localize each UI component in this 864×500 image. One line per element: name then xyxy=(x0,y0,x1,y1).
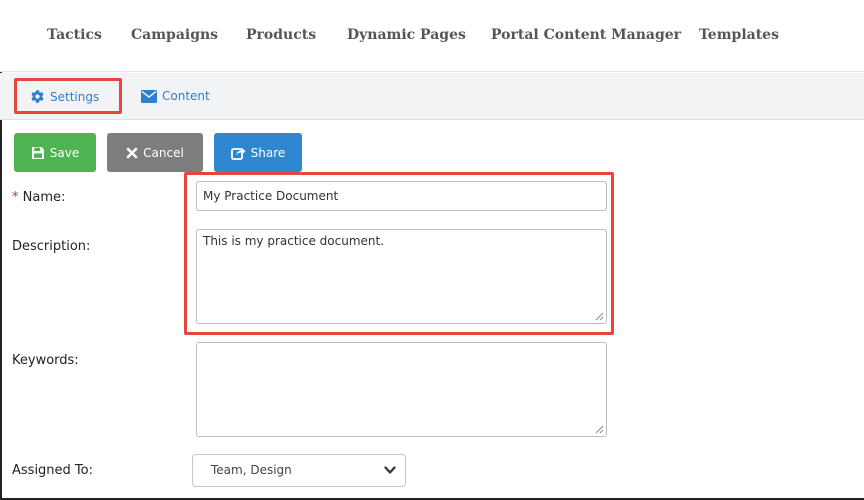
required-marker: * xyxy=(12,190,19,205)
subtab-content[interactable]: Content xyxy=(141,89,210,103)
resize-handle-icon[interactable] xyxy=(595,425,604,434)
tab-portal-content-manager[interactable]: Portal Content Manager xyxy=(491,27,681,43)
cancel-button-label: Cancel xyxy=(143,145,184,160)
tab-templates[interactable]: Templates xyxy=(699,27,779,43)
envelope-icon xyxy=(141,89,157,103)
description-label: Description: xyxy=(12,239,91,254)
x-icon xyxy=(126,147,138,158)
share-icon xyxy=(230,147,246,160)
cancel-button[interactable]: Cancel xyxy=(107,133,203,172)
keywords-label: Keywords: xyxy=(12,353,79,368)
name-label-text: Name: xyxy=(22,190,66,205)
assigned-to-select[interactable]: Team, Design xyxy=(192,454,406,487)
assigned-to-label: Assigned To: xyxy=(12,463,93,478)
subtab-content-label: Content xyxy=(162,89,210,103)
tab-dynamic-pages[interactable]: Dynamic Pages xyxy=(347,27,466,43)
settings-highlight-box xyxy=(14,78,122,114)
name-label: * Name: xyxy=(12,190,65,205)
keywords-textarea[interactable] xyxy=(196,342,607,437)
save-button-label: Save xyxy=(49,145,80,160)
tab-campaigns[interactable]: Campaigns xyxy=(131,27,218,43)
tab-tactics[interactable]: Tactics xyxy=(47,27,102,43)
assigned-to-value: Team, Design xyxy=(211,463,292,477)
floppy-disk-icon xyxy=(31,146,44,159)
share-button[interactable]: Share xyxy=(214,133,302,172)
share-button-label: Share xyxy=(250,145,286,160)
save-button[interactable]: Save xyxy=(14,133,96,172)
fields-highlight-box xyxy=(184,172,614,335)
chevron-down-icon xyxy=(384,466,396,474)
sub-navigation xyxy=(0,73,864,120)
tab-products[interactable]: Products xyxy=(246,27,316,43)
top-navigation: Tactics Campaigns Products Dynamic Pages… xyxy=(0,0,864,72)
